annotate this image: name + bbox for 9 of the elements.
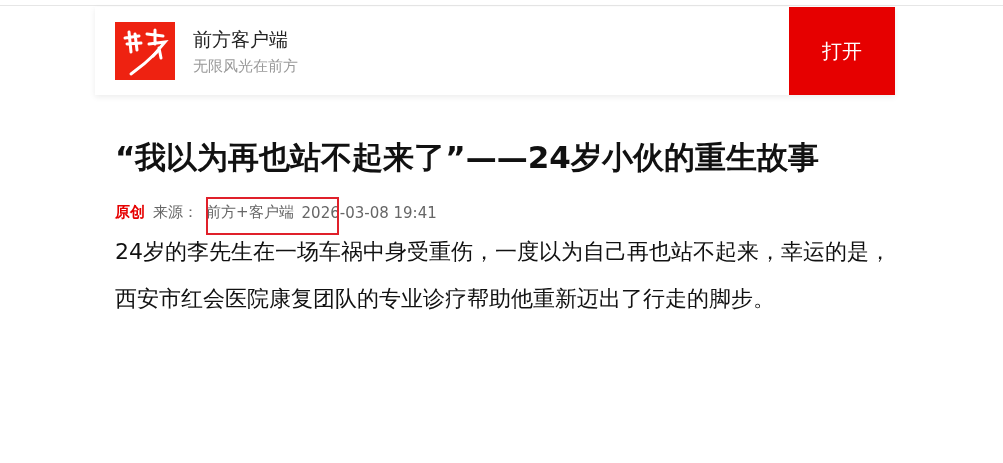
app-slogan: 无限风光在前方 [193, 56, 299, 76]
app-name: 前方客户端 [193, 26, 289, 52]
open-button[interactable]: 打开 [789, 7, 895, 95]
article-paragraph: 24岁的李先生在一场车祸中身受重伤，一度以为自己再也站不起来，幸运的是，西安市红会医院康复团队的专业诊疗帮助他重新迈出了行走的脚步。 [115, 238, 892, 313]
original-tag: 原创 [115, 203, 145, 222]
article-title: “我以为再也站不起来了”——24岁小伙的重生故事 [115, 138, 820, 177]
source-name[interactable]: 前方+客户端 [206, 203, 294, 222]
logo-icon [115, 22, 175, 80]
source-label: 来源： [153, 203, 198, 222]
